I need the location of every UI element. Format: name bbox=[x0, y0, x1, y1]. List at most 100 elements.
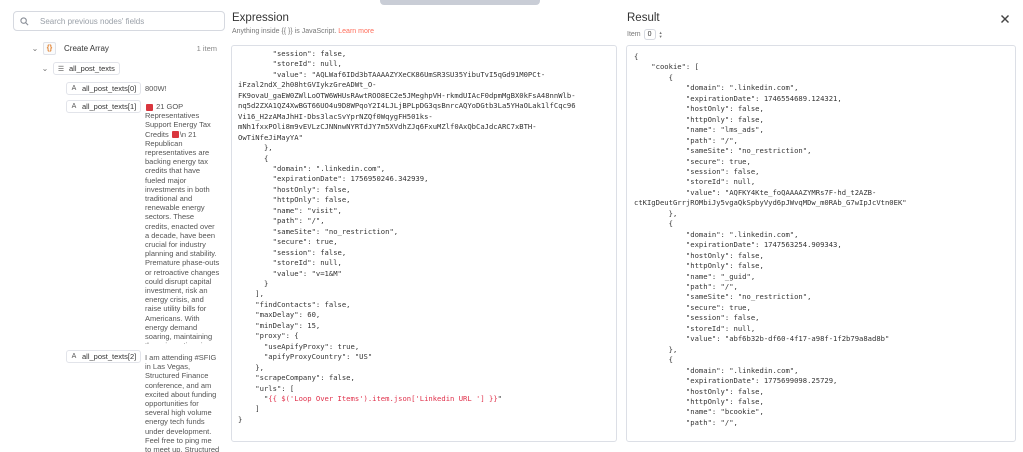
code-line: OwTiNfeJiMayYA" bbox=[238, 132, 303, 142]
code-line: } bbox=[238, 278, 269, 288]
search-box[interactable] bbox=[13, 11, 225, 31]
field-key-label: all_post_texts[1] bbox=[82, 102, 137, 111]
result-line: { bbox=[634, 52, 639, 61]
item-index-input[interactable]: 0 bbox=[643, 29, 656, 40]
result-line: "httpOnly": false, bbox=[634, 261, 764, 271]
expression-title: Expression bbox=[232, 12, 289, 24]
code-line: ], bbox=[238, 289, 264, 299]
result-line: }, bbox=[634, 344, 678, 354]
code-line: iFzal2ndX_2h08htGVIykzGreADWt_O- bbox=[238, 80, 377, 90]
code-line: "apifyProxyCountry": "US" bbox=[238, 352, 373, 362]
code-line: }, bbox=[238, 143, 273, 153]
code-line: { bbox=[238, 153, 269, 163]
field-row-0[interactable]: A all_post_texts[0] bbox=[66, 82, 142, 95]
result-line: "expirationDate": 1747563254.909343, bbox=[634, 240, 842, 250]
string-icon: A bbox=[71, 353, 77, 360]
item-count: 1 item bbox=[196, 44, 217, 53]
top-bar-sliver bbox=[380, 0, 540, 5]
field-row-1[interactable]: A all_post_texts[1] bbox=[66, 100, 142, 113]
field-key-1[interactable]: A all_post_texts[1] bbox=[66, 100, 142, 113]
code-line: Vi16_H2zAMaJhHI-Dbs3lacSvYprNZQf0WqygFH5… bbox=[238, 111, 433, 121]
code-line: "value": "AQLWaf6IDd3bTAAAAZYXeCK86UmSR3… bbox=[238, 69, 546, 79]
input-fields-panel: ⌄ {} Create Array 1 item ⌄ ☰ all_post_te… bbox=[0, 0, 225, 452]
result-line: "httpOnly": false, bbox=[634, 396, 764, 406]
code-indent: " bbox=[238, 393, 269, 403]
code-line: "storeId": null, bbox=[238, 258, 342, 268]
field-value-2: I am attending #SFIG in Las Vegas, Struc… bbox=[145, 353, 220, 452]
item-label: Item bbox=[627, 31, 641, 38]
code-line: "path": "/", bbox=[238, 216, 325, 226]
result-line: "sameSite": "no_restriction", bbox=[634, 292, 812, 302]
code-line: "domain": ".linkedin.com", bbox=[238, 163, 386, 173]
item-stepper[interactable]: ▲ ▼ bbox=[659, 30, 663, 39]
result-line: "name": "bcookie", bbox=[634, 407, 764, 417]
expression-hint: Anything inside {{ }} is JavaScript. Lea… bbox=[232, 28, 374, 35]
result-line: "expirationDate": 1746554689.124321, bbox=[634, 93, 842, 103]
object-icon: {} bbox=[43, 42, 56, 55]
code-line-expression: "{{ $('Loop Over Items').item.json['Link… bbox=[238, 394, 616, 404]
code-line: "findContacts": false, bbox=[238, 299, 351, 309]
result-line: "value": "AQFKY4Kte_foQAAAAZYMRs7F-hd_t2… bbox=[634, 187, 877, 197]
result-line: "session": false, bbox=[634, 313, 760, 323]
result-line: "name": "_guid", bbox=[634, 271, 756, 281]
code-line: "proxy": { bbox=[238, 331, 299, 341]
result-line: "path": "/", bbox=[634, 135, 738, 145]
inline-expression: {{ $('Loop Over Items').item.json['Linke… bbox=[268, 393, 498, 403]
code-line: "storeId": null, bbox=[238, 59, 342, 69]
result-line: "httpOnly": false, bbox=[634, 114, 764, 124]
hint-braces: {{ }} bbox=[281, 28, 293, 35]
code-line: "httpOnly": false, bbox=[238, 195, 351, 205]
result-line: "path": "/", bbox=[634, 281, 738, 291]
result-line: "storeId": null, bbox=[634, 177, 756, 187]
search-input[interactable] bbox=[40, 16, 220, 26]
field-key-2[interactable]: A all_post_texts[2] bbox=[66, 350, 142, 363]
code-line: "secure": true, bbox=[238, 237, 338, 247]
chevron-down-icon[interactable]: ▼ bbox=[659, 34, 663, 39]
result-line: "name": "lms_ads", bbox=[634, 125, 764, 135]
code-line: "expirationDate": 1756950246.342939, bbox=[238, 174, 429, 184]
code-line: "sameSite": "no_restriction", bbox=[238, 226, 399, 236]
code-line: "maxDelay": 60, bbox=[238, 310, 321, 320]
flag-emoji-icon bbox=[146, 103, 153, 111]
field-key-0[interactable]: A all_post_texts[0] bbox=[66, 82, 142, 95]
result-line: "cookie": [ bbox=[634, 62, 699, 72]
result-line: "path": "/", bbox=[634, 417, 738, 427]
result-line: "hostOnly": false, bbox=[634, 386, 764, 396]
code-line: "value": "v=1&M" bbox=[238, 268, 342, 278]
node-label: Create Array bbox=[64, 44, 109, 53]
string-icon: A bbox=[71, 85, 77, 92]
code-line: ] bbox=[238, 404, 260, 414]
code-line: }, bbox=[238, 362, 264, 372]
result-line: }, bbox=[634, 208, 678, 218]
chevron-down-icon[interactable]: ⌄ bbox=[40, 64, 50, 73]
hint-prefix: Anything inside bbox=[232, 28, 280, 35]
array-field-row[interactable]: ⌄ ☰ all_post_texts bbox=[40, 62, 120, 75]
chevron-down-icon[interactable]: ⌄ bbox=[30, 44, 40, 53]
result-line: "secure": true, bbox=[634, 302, 751, 312]
code-line: "session": false, bbox=[238, 49, 347, 58]
result-line: "secure": true, bbox=[634, 156, 751, 166]
code-line: FK9ovaU_gaEW0ZWlLoOTW6WHUsRAwtROO8EC2e5J… bbox=[238, 90, 576, 100]
result-line: "hostOnly": false, bbox=[634, 250, 764, 260]
result-line: { bbox=[634, 355, 673, 365]
field-value-0: 800W! bbox=[145, 84, 167, 93]
array-field-key[interactable]: ☰ all_post_texts bbox=[53, 62, 120, 75]
expression-code[interactable]: "session": false, "storeId": null, "valu… bbox=[232, 46, 616, 425]
flag-emoji-icon bbox=[171, 131, 179, 139]
result-line: { bbox=[634, 72, 673, 82]
result-line: "domain": ".linkedin.com", bbox=[634, 83, 799, 93]
result-line: "sameSite": "no_restriction", bbox=[634, 146, 812, 156]
result-line: "session": false, bbox=[634, 166, 760, 176]
code-line: "name": "visit", bbox=[238, 205, 342, 215]
field-row-2[interactable]: A all_post_texts[2] bbox=[66, 350, 142, 363]
close-icon[interactable] bbox=[998, 12, 1012, 26]
result-line: { bbox=[634, 219, 673, 229]
code-line: "useApifyProxy": true, bbox=[238, 341, 360, 351]
field-key-label: all_post_texts[0] bbox=[82, 84, 137, 93]
result-line: "hostOnly": false, bbox=[634, 104, 764, 114]
expression-editor[interactable]: "session": false, "storeId": null, "valu… bbox=[231, 45, 617, 442]
code-line: "scrapeCompany": false, bbox=[238, 373, 355, 383]
node-row-create-array[interactable]: ⌄ {} Create Array 1 item bbox=[30, 42, 225, 55]
learn-more-link[interactable]: Learn more bbox=[338, 28, 374, 35]
array-field-name: all_post_texts bbox=[69, 64, 115, 73]
